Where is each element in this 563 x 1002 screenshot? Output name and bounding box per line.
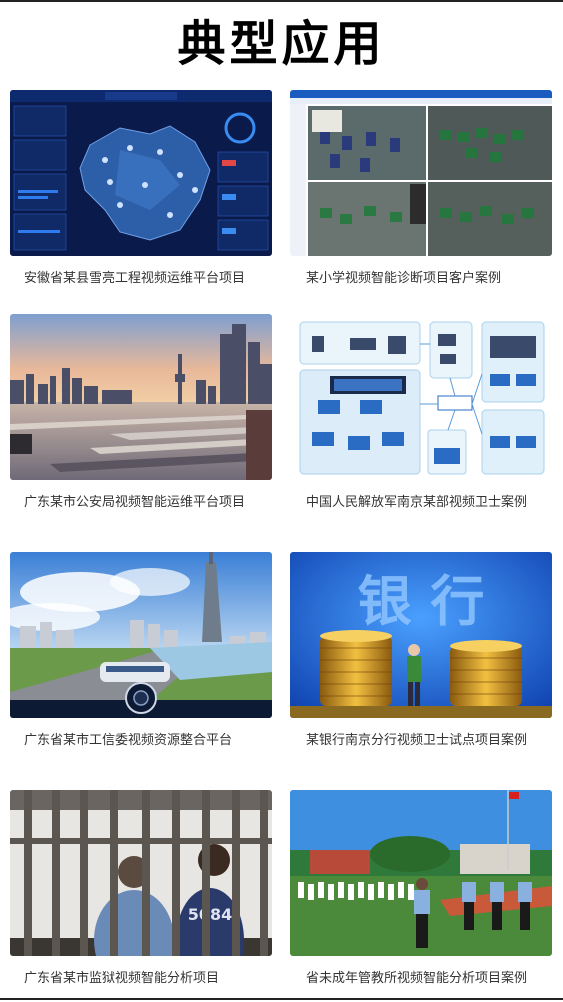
case-card-1[interactable]: 安徽省某县雪亮工程视频运维平台项目 [10,90,272,288]
case-caption[interactable]: 某小学视频智能诊断项目客户案例 [290,270,552,288]
case-card-2[interactable]: 某小学视频智能诊断项目客户案例 [290,90,552,288]
prison-bars-image: 5084 [10,790,272,956]
case-caption[interactable]: 安徽省某县雪亮工程视频运维平台项目 [10,270,272,288]
outdoor-exercise-yard-image [290,790,552,956]
page-title: 典型应用 [177,16,386,72]
classroom-surveillance-image [290,90,552,256]
case-card-3[interactable]: 广东某市公安局视频智能运维平台项目 [10,314,272,512]
city-tower-tram-image [10,552,272,718]
case-card-8[interactable]: 省未成年管教所视频智能分析项目案例 [290,790,552,988]
case-caption[interactable]: 广东某市公安局视频智能运维平台项目 [10,494,272,512]
city-waterfront-image [10,314,272,480]
case-caption[interactable]: 某银行南京分行视频卫士试点项目案例 [290,732,552,750]
bank-gold-coins-image: 银 行 [290,552,552,718]
case-caption[interactable]: 省未成年管教所视频智能分析项目案例 [290,970,552,988]
case-card-5[interactable]: 广东省某市工信委视频资源整合平台 [10,552,272,750]
top-divider [0,0,563,2]
dashboard-map-image [10,90,272,256]
bank-characters: 银 行 [358,570,485,633]
case-card-7[interactable]: 5084 广东省某市监狱视频智能分析项目 [10,790,272,988]
bottom-divider [0,998,563,1000]
case-card-4[interactable]: 中国人民解放军南京某部视频卫士案例 [290,314,552,512]
case-card-6[interactable]: 银 行 某银行南京分行视频卫士试点项目案例 [290,552,552,750]
network-topology-image [290,314,552,480]
case-caption[interactable]: 中国人民解放军南京某部视频卫士案例 [290,494,552,512]
case-caption[interactable]: 广东省某市监狱视频智能分析项目 [10,970,272,988]
case-caption[interactable]: 广东省某市工信委视频资源整合平台 [10,732,272,750]
